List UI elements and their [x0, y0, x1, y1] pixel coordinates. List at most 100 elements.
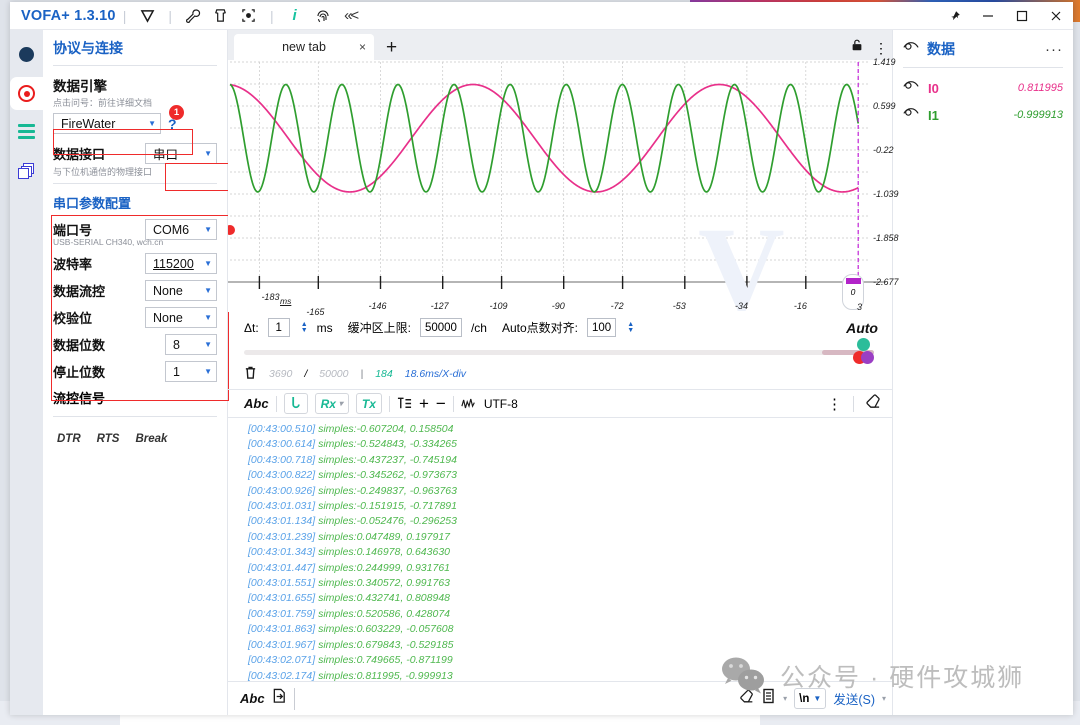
log-message: simples:-0.345262, -0.973673 — [318, 469, 457, 482]
buffer-slash: / — [304, 368, 308, 380]
baud-select[interactable]: 115200 ▼ — [145, 253, 217, 274]
file-send-icon[interactable] — [272, 688, 287, 709]
auto-button[interactable]: Auto — [846, 320, 878, 336]
terminal-toolbar: Abc Rx ▾ Tx + − UTF-8 ⋮ — [228, 389, 892, 418]
channel-row[interactable]: I1 -0.999913 — [903, 106, 1063, 124]
newline-select[interactable]: \n ▼ — [794, 688, 827, 709]
unlock-icon[interactable] — [850, 38, 864, 57]
send-input[interactable] — [293, 687, 733, 710]
tab-new-tab[interactable]: new tab × — [234, 34, 374, 60]
rts-button[interactable]: RTS — [97, 433, 120, 445]
minimize-icon[interactable] — [971, 2, 1005, 30]
collapse-left-icon[interactable]: «< — [340, 5, 362, 27]
tab-label: new tab — [282, 40, 326, 54]
scrollbar-track[interactable] — [244, 338, 874, 364]
encoding-label[interactable]: UTF-8 — [484, 397, 518, 411]
buffer-input[interactable]: 50000 — [419, 318, 462, 337]
waveform-icon[interactable] — [461, 397, 477, 410]
tx-button[interactable]: Tx — [355, 393, 382, 414]
chevron-down-icon: ▼ — [204, 149, 212, 158]
break-button[interactable]: Break — [135, 433, 167, 445]
hook-icon[interactable] — [283, 393, 308, 414]
wrench-icon[interactable] — [182, 5, 204, 27]
scroll-knob-green[interactable] — [857, 338, 870, 351]
close-icon[interactable]: × — [359, 40, 366, 54]
log-timestamp: [00:43:00.718] — [248, 453, 319, 466]
eraser-icon[interactable] — [739, 689, 755, 709]
channel-value: -0.999913 — [1013, 109, 1063, 121]
stopbits-select[interactable]: 1 ▼ — [165, 361, 217, 382]
chart-area[interactable]: V 1.419 0.599 -0.22 -1.039 -1.858 -2.677 -183… — [228, 57, 899, 335]
log-message: simples:-0.437237, -0.745194 — [318, 453, 457, 466]
rail-item-profile[interactable] — [10, 38, 43, 71]
add-tab-button[interactable]: + — [386, 37, 397, 59]
x-axis-unit: ms — [280, 296, 292, 306]
x-tick-label: -72 — [610, 301, 624, 311]
rail-item-list[interactable] — [10, 116, 43, 149]
log-timestamp: [00:43:01.031] — [248, 500, 319, 513]
dt-input[interactable]: 1 — [267, 318, 290, 337]
zoom-out-button[interactable]: − — [436, 394, 446, 414]
timebase-label: 18.6ms/X-div — [404, 368, 467, 380]
buffer-count: 3690 — [269, 368, 293, 380]
baud-label: 波特率 — [53, 257, 93, 272]
log-line: [00:43:00.510] simples:-0.607204, 0.1585… — [248, 422, 892, 437]
newline-value: \n — [799, 692, 810, 705]
channel-name: I0 — [928, 80, 939, 96]
text-wrap-icon[interactable] — [397, 396, 412, 411]
timeline-scrollbar[interactable] — [228, 338, 892, 364]
data-interface-select[interactable]: 串口 ▼ — [145, 143, 217, 164]
info-icon[interactable]: i — [284, 5, 306, 27]
data-panel-menu[interactable]: ··· — [1045, 41, 1063, 58]
hamburger-icon — [18, 123, 35, 142]
terminal-abc-button[interactable]: Abc — [244, 396, 269, 411]
target-icon[interactable] — [238, 5, 260, 27]
dtr-button[interactable]: DTR — [57, 433, 81, 445]
send-button[interactable]: 发送(S) — [833, 689, 875, 708]
eye-icon[interactable] — [903, 40, 919, 58]
chart-params-row: Δt: 1 ▲ ▼ ms 缓冲区上限: 50000 /ch Auto点数对齐: 1… — [228, 312, 892, 342]
pin-icon[interactable] — [937, 2, 971, 30]
rail-item-record[interactable] — [10, 77, 43, 110]
log-line: [00:43:00.718] simples:-0.437237, -0.745… — [248, 453, 892, 468]
x-tick-label: -53 — [672, 301, 686, 311]
nabla-icon[interactable] — [136, 5, 158, 27]
scroll-knob-purple[interactable] — [861, 351, 874, 364]
rx-button[interactable]: Rx ▾ — [314, 393, 349, 414]
y-tick-label: 1.419 — [873, 57, 896, 67]
trash-icon[interactable] — [244, 365, 257, 383]
databits-select[interactable]: 8 ▼ — [165, 334, 217, 355]
eye-icon[interactable] — [903, 79, 919, 97]
doc-icon[interactable] — [762, 688, 776, 709]
align-input[interactable]: 100 — [587, 318, 617, 337]
rail-item-layers[interactable] — [10, 155, 43, 188]
x-tick-label: -146 — [368, 301, 387, 311]
log-timestamp: [00:43:00.822] — [248, 469, 319, 482]
data-engine-select[interactable]: FireWater ▼ — [53, 113, 161, 134]
window-controls — [937, 2, 1073, 30]
zoom-in-button[interactable]: + — [419, 394, 429, 414]
flow-control-select[interactable]: None ▼ — [145, 280, 217, 301]
chevron-down-icon[interactable]: ▾ — [783, 694, 787, 703]
eraser-icon[interactable] — [865, 393, 882, 414]
waveform-chart[interactable] — [228, 60, 886, 312]
shirt-icon[interactable] — [210, 5, 232, 27]
buffer-unit: /ch — [470, 320, 487, 335]
channel-row[interactable]: I0 0.811995 — [903, 79, 1063, 97]
eye-icon[interactable] — [903, 106, 919, 124]
y-tick-label: -1.858 — [873, 233, 899, 243]
kebab-icon[interactable]: ⋮ — [874, 41, 888, 55]
fingerprint-icon[interactable] — [312, 5, 334, 27]
parity-select[interactable]: None ▼ — [145, 307, 217, 328]
log-message: simples:0.047489, 0.197917 — [318, 530, 450, 543]
close-icon[interactable] — [1039, 2, 1073, 30]
send-abc-button[interactable]: Abc — [240, 691, 265, 706]
dt-stepper[interactable]: ▲ ▼ — [301, 321, 308, 334]
terminal-log[interactable]: [00:43:00.510] simples:-0.607204, 0.1585… — [228, 418, 892, 681]
channel-list: I0 0.811995 I1 -0.999913 — [903, 79, 1063, 124]
maximize-icon[interactable] — [1005, 2, 1039, 30]
align-stepper[interactable]: ▲ ▼ — [627, 321, 634, 334]
serial-config-heading: 串口参数配置 — [53, 196, 132, 211]
kebab-icon[interactable]: ⋮ — [827, 395, 842, 413]
chevron-down-icon[interactable]: ▾ — [882, 694, 886, 703]
